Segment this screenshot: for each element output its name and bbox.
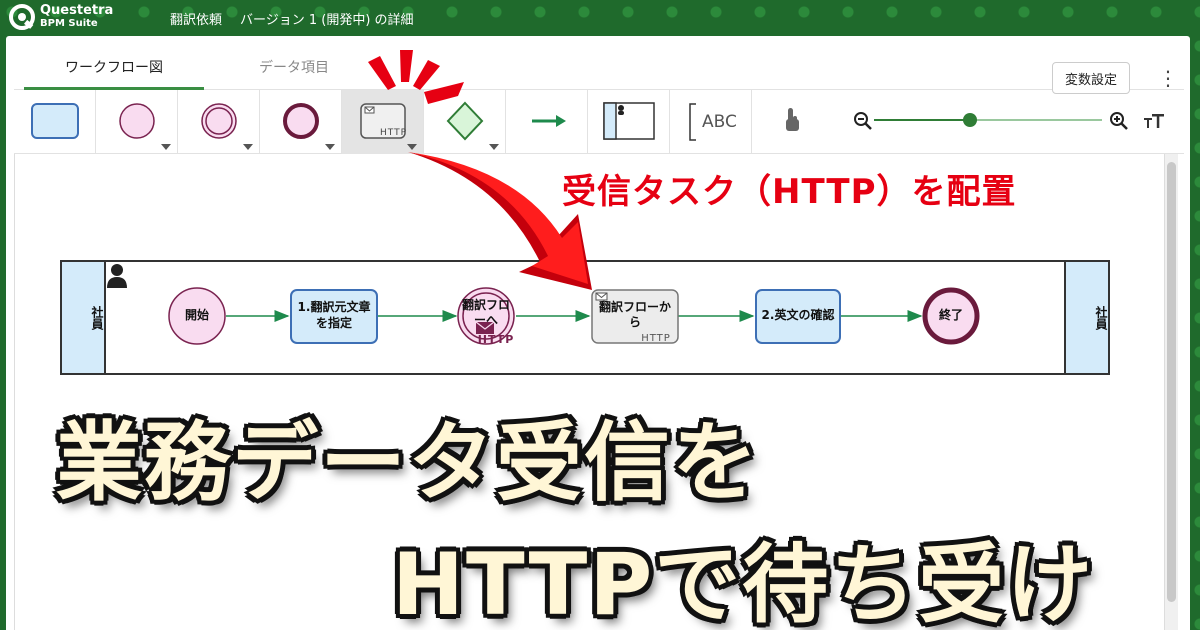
task1-label-line1: 1.翻訳元文章 xyxy=(297,300,371,314)
receive-task-caption: HTTP xyxy=(641,333,671,344)
receive-task-label-line2: ら xyxy=(628,315,641,329)
headline-line2: HTTPで待ち受け xyxy=(392,535,1095,630)
task1-label-line2: を指定 xyxy=(315,316,352,330)
callout-text: 受信タスク（HTTP）を配置 xyxy=(562,172,1017,212)
send-event-caption: HTTP xyxy=(477,333,515,346)
send-event-label-line2: ーへ xyxy=(473,313,498,327)
start-event-label: 開始 xyxy=(184,308,209,322)
headline-line1: 業務データ受信を xyxy=(56,413,760,513)
receive-task-label-line1: 翻訳フローか xyxy=(598,300,671,314)
task2-label: 2.英文の確認 xyxy=(761,308,835,322)
send-event-label-line1: 翻訳フロ xyxy=(461,298,510,312)
user-icon xyxy=(107,264,127,288)
end-event-label: 終了 xyxy=(938,308,963,322)
